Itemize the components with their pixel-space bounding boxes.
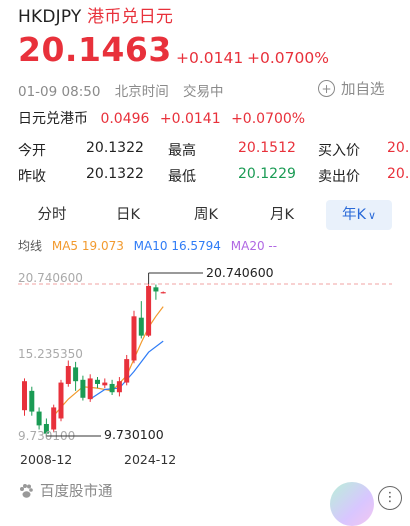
candle [58,379,64,422]
stat-ask-label: 卖出价 [318,169,360,185]
candle-body [65,366,71,384]
y-label-mid: 15.235350 [18,347,83,361]
candle [138,301,144,339]
ma-title: 均线 [18,239,43,253]
candle-body [153,287,159,292]
stat-prev-label: 昨收 [18,169,46,185]
candle [29,386,35,416]
pair-name-1: 港币兑 [87,7,139,27]
y-label-top: 20.740600 [18,271,83,285]
reverse-price: 0.0496 [100,111,150,127]
price-change-pct: +0.0700% [247,49,329,67]
candle-body [58,382,64,419]
stat-high-label: 最高 [168,143,196,159]
candle-body [29,390,35,412]
candle [36,407,42,430]
candle [87,374,93,402]
ma-legend: 均线 MA5 19.073 MA10 16.5794 MA20 -- [18,237,283,254]
candle-body [95,379,100,384]
more-icon[interactable]: ⋮ [378,486,402,510]
stat-ask-value: 20. [387,166,410,182]
stat-bid-label: 买入价 [318,143,360,159]
candle-body [138,317,144,336]
brand-name: 百度股市通 [40,484,113,500]
assistant-bubble-icon[interactable] [330,482,374,526]
timezone: 北京时间 [114,84,169,100]
candle-body [51,407,57,430]
candle [80,375,86,401]
current-price: 20.1463 [18,30,172,69]
stat-high-value: 20.1512 [238,140,296,156]
x-label-start: 2008-12 [20,452,73,467]
candle [116,377,122,397]
candle [95,377,100,389]
add-watchlist-label: 加自选 [341,82,385,98]
ma5-value: MA5 19.073 [51,239,124,253]
baidu-paw-icon [20,483,33,498]
min-annotation: 9.730100 [104,427,164,442]
candle [22,378,27,416]
pair-name-2: 日元 [138,7,174,27]
candle-body [87,378,93,400]
candle [160,291,166,294]
tab-yearly-k-label: 年K [341,207,366,223]
tab-monthly-k[interactable]: 月K [258,200,306,230]
stat-bid-value: 20.1 [387,140,410,156]
period-tabs: 分时 日K 周K 月K 年K ∨ [0,200,410,230]
reverse-label: 日元兑港币 [18,111,88,127]
candle [102,378,108,389]
stat-prev-value: 20.1322 [86,166,144,182]
candle [65,360,71,387]
plus-circle-icon: + [318,80,335,97]
price-change: +0.0141 [176,49,244,67]
tab-daily-k[interactable]: 日K [104,200,152,230]
candle [109,379,115,396]
quote-time: 01-09 08:50 [18,84,101,100]
market-state: 交易中 [183,84,224,100]
ma10-value: MA10 16.5794 [133,239,221,253]
brand-footer: 百度股市通 [18,480,113,501]
reverse-quote[interactable]: 日元兑港币 0.0496 +0.0141 +0.0700% [18,108,311,128]
candle-body [160,292,166,294]
chevron-down-icon: ∨ [367,209,377,222]
stat-low-label: 最低 [168,169,196,185]
candle-body [73,367,79,382]
ma20-value: MA20 -- [230,239,278,253]
max-annotation: 20.740600 [206,265,274,280]
candle [124,354,130,386]
tab-weekly-k[interactable]: 周K [182,200,230,230]
tab-intraday[interactable]: 分时 [28,200,76,230]
candle-body [22,381,27,411]
candle [146,284,152,338]
stat-open-value: 20.1322 [86,140,144,156]
candle-body [124,359,130,383]
reverse-change-pct: +0.0700% [231,111,306,127]
header-title: HKDJPY 港币兑日元 [18,2,173,27]
stat-low-value: 20.1229 [238,166,296,182]
pair-code: HKDJPY [18,7,82,27]
candle-body [80,379,86,398]
candle [73,361,79,391]
candle-body [116,381,122,393]
add-watchlist-button[interactable]: + 加自选 [318,78,385,99]
reverse-change: +0.0141 [159,111,221,127]
candle-body [109,383,115,393]
candle-body [102,382,108,386]
candle-body [131,316,137,361]
candlestick-chart[interactable]: 20.740600 15.235350 9.730100 20.740600 9… [0,258,410,473]
tab-yearly-k[interactable]: 年K ∨ [326,200,392,230]
candle [153,284,159,300]
candle [131,310,137,364]
x-label-end: 2024-12 [124,452,177,467]
status-line: 01-09 08:50 北京时间 交易中 [18,80,234,100]
candle-body [36,411,42,426]
candle-body [146,285,152,336]
stat-open-label: 今开 [18,143,46,159]
